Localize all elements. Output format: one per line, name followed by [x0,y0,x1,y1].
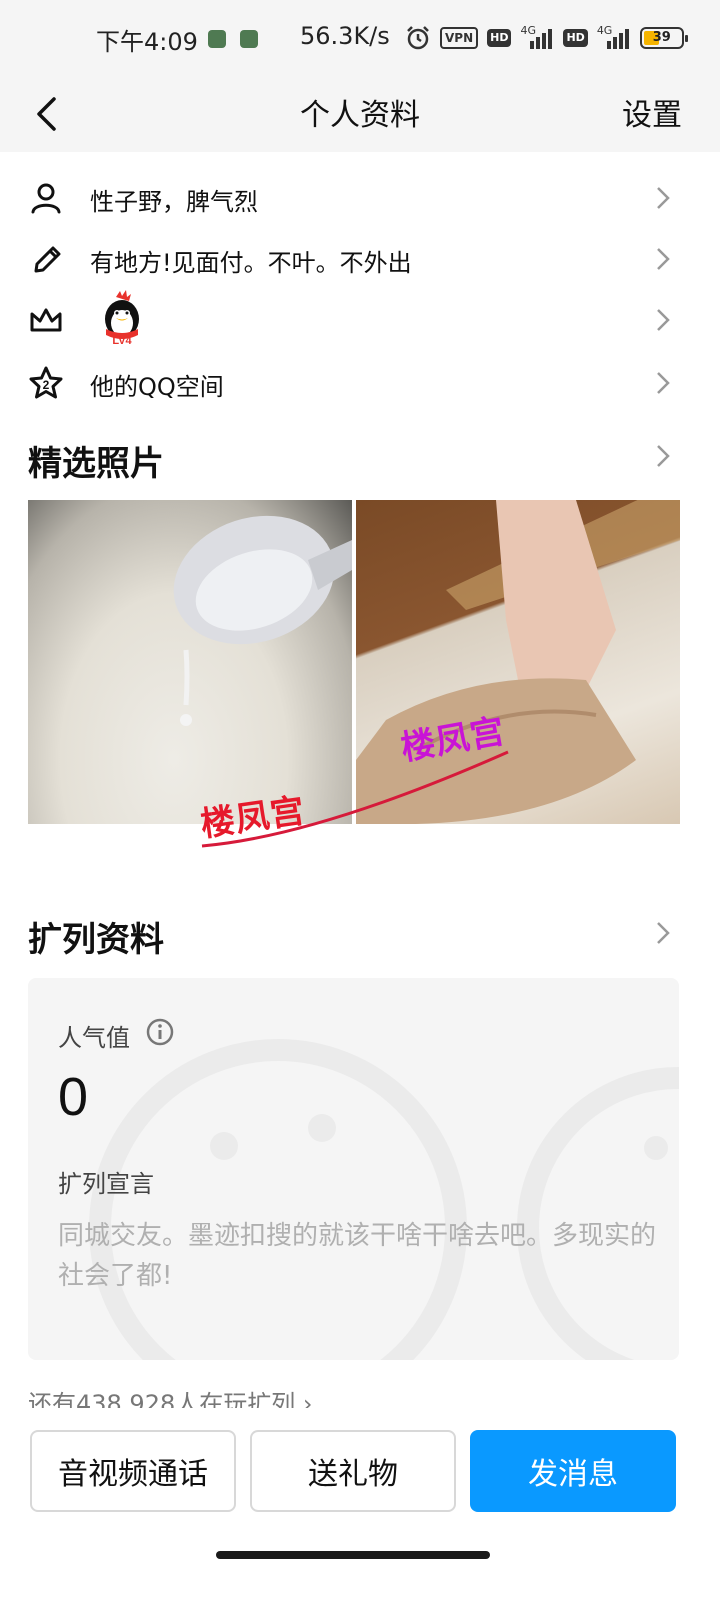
chevron-right-icon [657,309,670,331]
manifesto-label: 扩列宣言 [58,1170,154,1198]
av-call-button[interactable]: 音视频通话 [30,1430,236,1512]
level-badge-text: LV4 [112,335,132,347]
qq-penguin-level-badge-icon: LV4 [105,290,139,347]
crown-icon [30,308,62,332]
qzone-star-icon: 2 [29,366,63,399]
signal-icon: 4G [597,24,631,49]
network-speed: 56.3K/s [300,22,390,50]
battery-level: 39 [652,30,671,45]
watermark-swoosh [201,750,509,848]
featured-photos-title: 精选照片 [28,444,164,484]
pencil-icon [34,246,61,273]
manifesto-text: 同城交友。墨迹扣搜的就该干啥干啥去吧。多现实的社会了都! [58,1221,657,1291]
players-count-link[interactable]: 还有438,928人在玩扩列 › [28,1384,312,1408]
qzone-row[interactable]: 2 他的QQ空间 [0,352,720,414]
status-icons: VPN HD 4G HD 4G 39 [405,24,688,50]
bottom-action-bar: 音视频通话 送礼物 发消息 [0,1410,720,1600]
level-row[interactable]: LV4 [0,289,720,351]
bio-row[interactable]: 有地方!见面付。不叶。不外出 [0,228,720,290]
chevron-right-icon [657,248,670,270]
notification-icon [240,30,258,48]
alarm-icon [407,26,429,50]
featured-photos-chevron-icon[interactable] [654,443,672,469]
hd-icon: HD [563,29,588,47]
send-gift-button[interactable]: 送礼物 [250,1430,456,1512]
chevron-right-icon [657,372,670,394]
popularity-value: 0 [58,1067,89,1127]
profile-ext-card[interactable]: 人气值 0 扩列宣言 同城交友。墨迹扣搜的就该干啥干啥去吧。多现实的社会了都! [28,978,679,1360]
svg-text:2: 2 [43,378,50,392]
person-icon [31,183,61,214]
signature-row[interactable]: 性子野，脾气烈 [0,167,720,229]
signature-text: 性子野，脾气烈 [90,188,258,216]
signal-icon: 4G [520,24,554,49]
nav-bar: 个人资料 设置 [0,76,720,152]
vpn-icon: VPN [440,27,479,49]
info-icon[interactable] [146,1018,174,1046]
send-message-button[interactable]: 发消息 [470,1430,676,1512]
bio-text: 有地方!见面付。不叶。不外出 [90,249,412,277]
chevron-right-icon [657,187,670,209]
home-indicator[interactable] [216,1551,490,1559]
status-time: 下午4:09 [96,28,198,56]
profile-ext-title: 扩列资料 [28,920,164,960]
battery-icon: 39 [639,27,688,49]
profile-ext-chevron-icon[interactable] [654,920,672,946]
qzone-text: 他的QQ空间 [90,373,224,401]
hd-icon: HD [487,29,512,47]
popularity-label: 人气值 [58,1024,130,1052]
settings-button[interactable]: 设置 [622,90,682,134]
notification-icon [208,30,226,48]
page-title: 个人资料 [300,98,420,133]
status-bar: 下午4:09 56.3K/s VPN HD 4G HD 4G 39 [0,0,720,76]
